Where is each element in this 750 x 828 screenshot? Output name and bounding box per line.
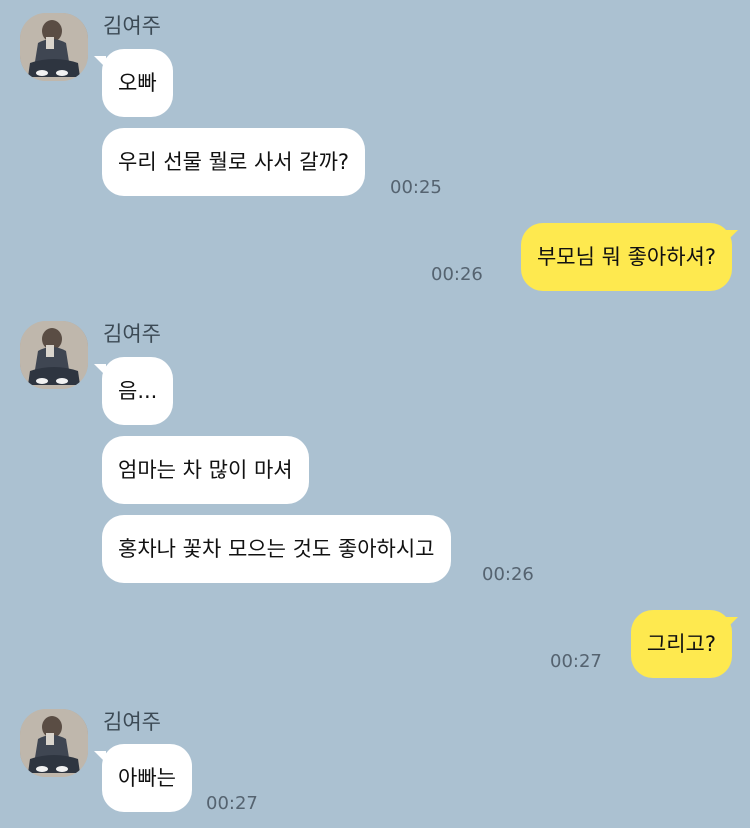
sender-name: 김여주 bbox=[103, 14, 161, 38]
profile-photo-icon bbox=[20, 13, 88, 81]
bubble-tail bbox=[726, 230, 738, 242]
message-timestamp: 00:26 bbox=[431, 264, 483, 285]
profile-photo-icon bbox=[20, 321, 88, 389]
message-bubble-outgoing[interactable]: 그리고? bbox=[630, 610, 732, 678]
message-bubble-outgoing[interactable]: 부모님 뭐 좋아하셔? bbox=[520, 223, 732, 291]
message-bubble-incoming[interactable]: 우리 선물 뭘로 사서 갈까? bbox=[102, 128, 366, 196]
message-bubble-incoming[interactable]: 홍차나 꽃차 모으는 것도 좋아하시고 bbox=[102, 515, 451, 583]
bubble-tail bbox=[726, 617, 738, 629]
sender-avatar[interactable] bbox=[20, 13, 88, 81]
message-timestamp: 00:25 bbox=[390, 177, 442, 198]
sender-avatar[interactable] bbox=[20, 709, 88, 777]
sender-name: 김여주 bbox=[103, 710, 161, 734]
sender-name: 김여주 bbox=[103, 322, 161, 346]
profile-photo-icon bbox=[20, 709, 88, 777]
message-bubble-incoming[interactable]: 엄마는 차 많이 마셔 bbox=[102, 436, 309, 504]
message-timestamp: 00:27 bbox=[550, 651, 602, 672]
message-timestamp: 00:26 bbox=[482, 564, 534, 585]
message-bubble-incoming[interactable]: 음... bbox=[102, 357, 174, 425]
sender-avatar[interactable] bbox=[20, 321, 88, 389]
message-bubble-incoming[interactable]: 오빠 bbox=[102, 49, 173, 117]
message-bubble-incoming[interactable]: 아빠는 bbox=[102, 744, 192, 812]
message-timestamp: 00:27 bbox=[206, 793, 258, 814]
